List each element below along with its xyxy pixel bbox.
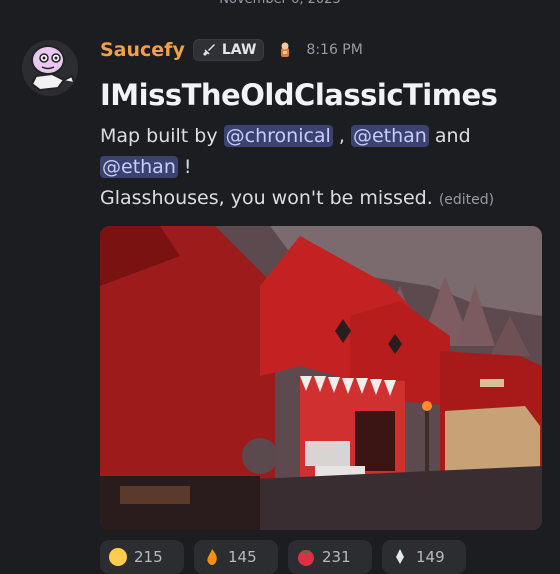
separator-2: and [428,125,471,147]
reaction-count: 145 [228,548,257,566]
separator-1: , [332,125,351,147]
reaction-count: 215 [134,548,163,566]
avatar-icon [22,40,78,96]
line3-text: Glasshouses, you won't be missed. [100,187,433,209]
message-line-2: @ethan ! [100,152,540,183]
date-divider: November 6, 2023 [0,0,560,10]
grinning-emoji-icon [109,548,127,566]
message-line-1: Map built by @chronical , @ethan and [100,121,540,152]
tag-label: LAW [221,42,257,58]
message-body: Map built by @chronical , @ethan and @et… [100,121,540,216]
tomato-emoji-icon [298,550,314,566]
reaction-tomato[interactable]: 231 [288,540,372,574]
reactions-bar: 215 145 231 149 [100,540,466,574]
flame-emoji-icon [207,549,217,565]
reaction-flame[interactable]: 145 [194,540,278,574]
message-line-3: Glasshouses, you won't be missed. (edite… [100,183,540,216]
edited-label: (edited) [438,192,495,208]
reaction-count: 149 [416,548,445,566]
mention-ethan-2[interactable]: @ethan [100,156,178,178]
reaction-rocket[interactable]: 149 [382,540,466,574]
server-tag[interactable]: LAW [192,39,265,61]
avatar[interactable] [22,40,78,96]
mention-chronical[interactable]: @chronical [223,125,333,147]
line2-suffix: ! [177,156,192,178]
message-header: Saucefy LAW 8:16 PM [100,36,363,64]
message-title: IMissTheOldClassicTimes [100,78,498,112]
rocket-emoji-icon [396,549,404,564]
line1-prefix: Map built by [100,125,224,147]
map-screenshot [100,226,542,530]
timestamp: 8:16 PM [306,42,363,58]
mention-ethan[interactable]: @ethan [350,125,429,147]
reaction-grinning[interactable]: 215 [100,540,184,574]
username[interactable]: Saucefy [100,39,185,61]
sword-icon [202,44,215,56]
attached-image[interactable] [100,226,542,530]
reaction-count: 231 [322,548,351,566]
role-icon[interactable] [276,41,294,59]
